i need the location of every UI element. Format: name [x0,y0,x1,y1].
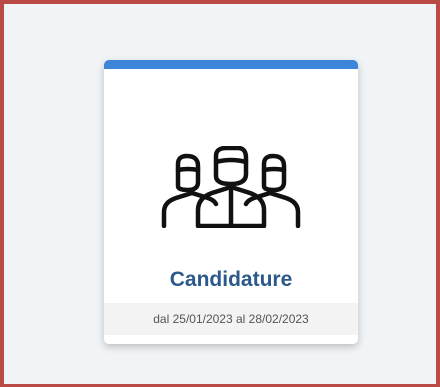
card-title: Candidature [169,268,293,291]
card-date-range: dal 25/01/2023 al 28/02/2023 [104,303,358,335]
candidature-card[interactable]: Candidature dal 25/01/2023 al 28/02/2023 [104,60,358,344]
people-group-icon [161,146,301,228]
card-accent-bar [104,60,358,69]
page-frame: Candidature dal 25/01/2023 al 28/02/2023 [0,0,440,387]
